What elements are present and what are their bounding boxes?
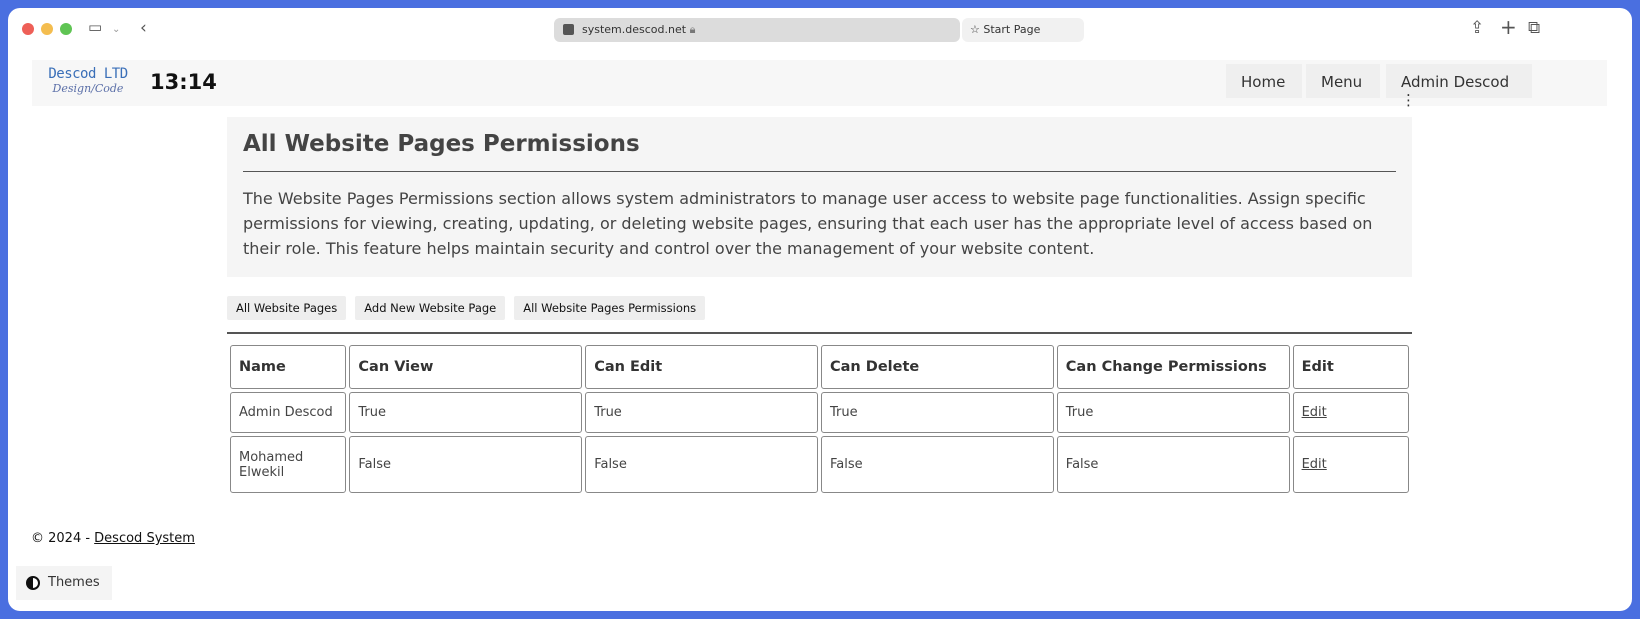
share-icon[interactable]: ⇪ <box>1470 18 1484 38</box>
cell-can-delete: True <box>820 392 1054 433</box>
footer-link[interactable]: Descod System <box>94 531 195 546</box>
cell-edit: Edit <box>1292 436 1409 493</box>
divider <box>243 171 1396 172</box>
cell-can-view: True <box>349 392 583 433</box>
edit-link[interactable]: Edit <box>1302 405 1327 420</box>
divider <box>227 332 1412 334</box>
sidebar-icon[interactable]: ▭ <box>88 18 102 36</box>
edit-link[interactable]: Edit <box>1302 457 1327 472</box>
lock-icon: 🔒︎ <box>689 23 696 36</box>
cell-can-delete: False <box>820 436 1054 493</box>
chevron-down-icon[interactable]: ⌄ <box>112 24 120 35</box>
cell-can-edit: True <box>585 392 818 433</box>
page-description: The Website Pages Permissions section al… <box>243 189 1373 258</box>
column-header: Can Delete <box>820 345 1054 389</box>
tab-label: Start Page <box>983 23 1041 36</box>
cell-can-change-permissions: True <box>1056 392 1290 433</box>
address-bar[interactable]: system.descod.net 🔒︎ <box>554 18 960 42</box>
nav-user-label: Admin Descod <box>1401 73 1510 91</box>
permissions-table: Name Can View Can Edit Can Delete Can Ch… <box>227 342 1412 496</box>
column-header: Can Change Permissions <box>1056 345 1290 389</box>
cell-can-view: False <box>349 436 583 493</box>
all-website-pages-permissions-button[interactable]: All Website Pages Permissions <box>514 296 706 320</box>
add-new-website-page-button[interactable]: Add New Website Page <box>355 296 506 320</box>
cell-can-edit: False <box>585 436 818 493</box>
logo-text: Descod LTD <box>48 66 128 82</box>
nav-menu-label: Menu <box>1321 73 1363 91</box>
column-header: Can Edit <box>585 345 818 389</box>
action-buttons: All Website Pages Add New Website Page A… <box>227 296 1412 320</box>
more-vertical-icon: ⋮ <box>1401 91 1416 109</box>
tabs-overview-icon[interactable]: ⧉ <box>1528 18 1540 38</box>
nav-home-label: Home <box>1241 73 1286 91</box>
url-text: system.descod.net <box>582 23 687 36</box>
copyright-text: © 2024 - <box>31 531 95 546</box>
themes-button[interactable]: Themes <box>16 566 112 600</box>
table-header-row: Name Can View Can Edit Can Delete Can Ch… <box>230 345 1409 389</box>
cell-name: Mohamed Elwekil <box>230 436 347 493</box>
maximize-window-button[interactable] <box>60 23 72 35</box>
page-title: All Website Pages Permissions <box>243 131 640 157</box>
nav-user-menu[interactable]: Admin Descod ⋮ <box>1386 64 1532 109</box>
footer: © 2024 - Descod System <box>31 531 195 546</box>
table-row: Mohamed Elwekil False False False False … <box>230 436 1409 493</box>
main-content: All Website Pages Permissions The Websit… <box>227 117 1412 496</box>
back-icon[interactable]: ‹ <box>140 18 147 38</box>
cell-can-change-permissions: False <box>1056 436 1290 493</box>
column-header: Can View <box>349 345 583 389</box>
table-row: Admin Descod True True True True Edit <box>230 392 1409 433</box>
site-navbar: Descod LTD Design/Code 13:14 Home Menu A… <box>32 60 1607 109</box>
logo-tagline: Design/Code <box>52 82 124 95</box>
nav-home[interactable]: Home <box>1226 64 1302 98</box>
page-header: All Website Pages Permissions The Websit… <box>227 117 1412 277</box>
clock: 13:14 <box>150 70 217 94</box>
browser-window: ▭ ⌄ ‹ system.descod.net 🔒︎ ☆ Start Page … <box>8 8 1632 611</box>
browser-toolbar: ▭ ⌄ ‹ system.descod.net 🔒︎ ☆ Start Page … <box>8 8 1632 54</box>
themes-label: Themes <box>48 575 100 590</box>
close-window-button[interactable] <box>22 23 34 35</box>
logo[interactable]: Descod LTD Design/Code <box>40 66 136 95</box>
star-icon: ☆ <box>970 23 980 36</box>
new-tab-icon[interactable]: + <box>1500 15 1517 39</box>
tab-start-page[interactable]: ☆ Start Page <box>962 18 1084 42</box>
column-header: Edit <box>1292 345 1409 389</box>
contrast-icon <box>26 576 40 590</box>
all-website-pages-button[interactable]: All Website Pages <box>227 296 347 320</box>
minimize-window-button[interactable] <box>41 23 53 35</box>
favicon-icon <box>563 24 574 35</box>
column-header: Name <box>230 345 347 389</box>
nav-menu[interactable]: Menu <box>1306 64 1380 98</box>
cell-edit: Edit <box>1292 392 1409 433</box>
cell-name: Admin Descod <box>230 392 347 433</box>
